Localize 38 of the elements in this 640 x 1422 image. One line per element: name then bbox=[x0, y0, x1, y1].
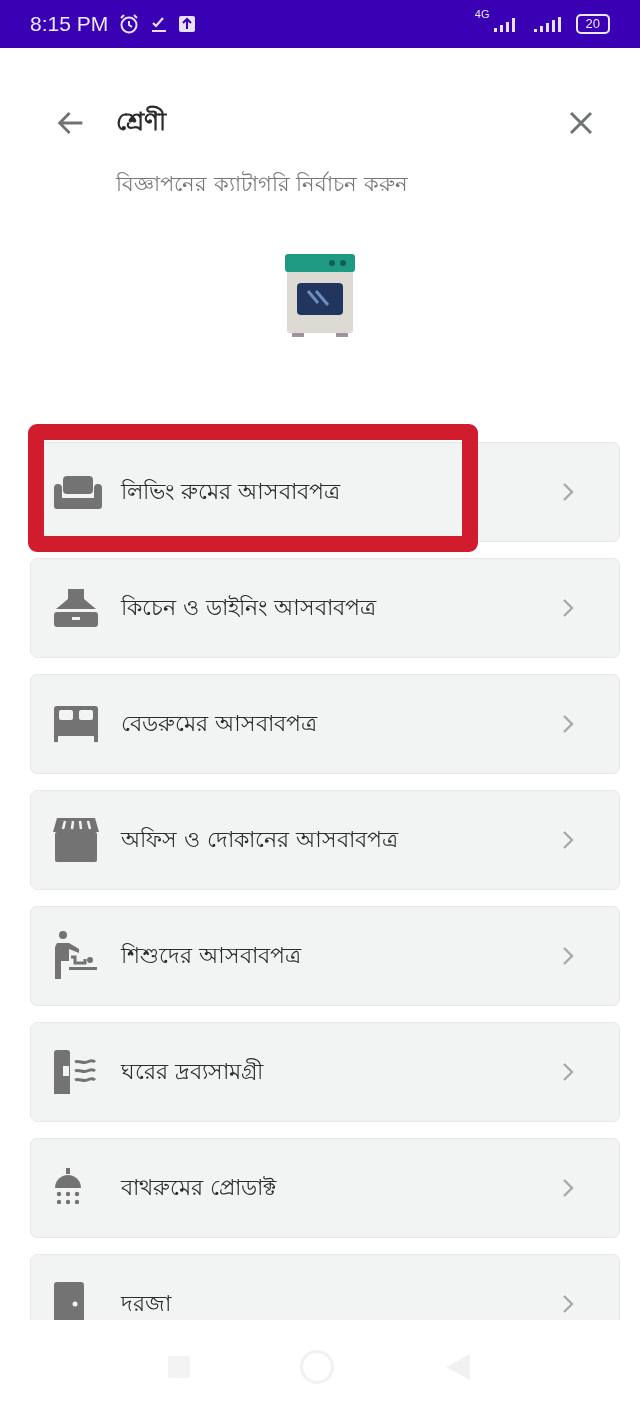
category-label: দরজা bbox=[121, 1289, 173, 1318]
chevron-right-icon bbox=[561, 945, 575, 967]
status-time: 8:15 PM bbox=[30, 12, 109, 36]
category-item[interactable]: বেডরুমের আসবাবপত্র bbox=[30, 674, 620, 774]
category-label: অফিস ও দোকানের আসবাবপত্র bbox=[121, 825, 400, 854]
battery-indicator: 20 bbox=[575, 14, 610, 34]
category-label: ঘরের দ্রব্যসামগ্রী bbox=[121, 1057, 265, 1086]
category-item[interactable]: কিচেন ও ডাইনিং আসবাবপত্র bbox=[30, 558, 620, 658]
door-icon bbox=[53, 1282, 85, 1320]
category-item[interactable]: ঘরের দ্রব্যসামগ্রী bbox=[30, 1022, 620, 1122]
signal-icon bbox=[531, 15, 562, 33]
network-type: 4G bbox=[474, 8, 490, 20]
chevron-right-icon bbox=[561, 1293, 575, 1315]
chevron-right-icon bbox=[561, 481, 575, 503]
chevron-right-icon bbox=[561, 829, 575, 851]
upload-icon bbox=[178, 15, 197, 33]
check-icon bbox=[150, 15, 169, 33]
category-label: লিভিং রুমের আসবাবপত্র bbox=[121, 477, 342, 506]
chevron-right-icon bbox=[561, 713, 575, 735]
oven-icon bbox=[284, 253, 356, 339]
page-subtitle: বিজ্ঞাপনের ক্যাটাগরি নির্বাচন করুন bbox=[114, 170, 410, 198]
category-item[interactable]: শিশুদের আসবাবপত্র bbox=[30, 906, 620, 1006]
chevron-right-icon bbox=[561, 597, 575, 619]
chevron-right-icon bbox=[561, 1177, 575, 1199]
category-item[interactable]: অফিস ও দোকানের আসবাবপত্র bbox=[30, 790, 620, 890]
category-label: বাথরুমের প্রোডাক্ট bbox=[121, 1173, 278, 1202]
sofa-icon bbox=[53, 474, 103, 510]
page-title: শ্রেণী bbox=[116, 104, 168, 138]
category-label: কিচেন ও ডাইনিং আসবাবপত্র bbox=[121, 593, 378, 622]
baby-changing-icon bbox=[53, 931, 97, 981]
bed-icon bbox=[53, 706, 99, 742]
category-item[interactable]: বাথরুমের প্রোডাক্ট bbox=[30, 1138, 620, 1238]
chevron-right-icon bbox=[561, 1061, 575, 1083]
category-label: শিশুদের আসবাবপত্র bbox=[121, 941, 303, 970]
storefront-icon bbox=[53, 818, 99, 862]
category-item[interactable]: দরজা bbox=[30, 1254, 620, 1320]
range-hood-icon bbox=[53, 588, 99, 628]
category-label: বেডরুমের আসবাবপত্র bbox=[121, 709, 319, 738]
